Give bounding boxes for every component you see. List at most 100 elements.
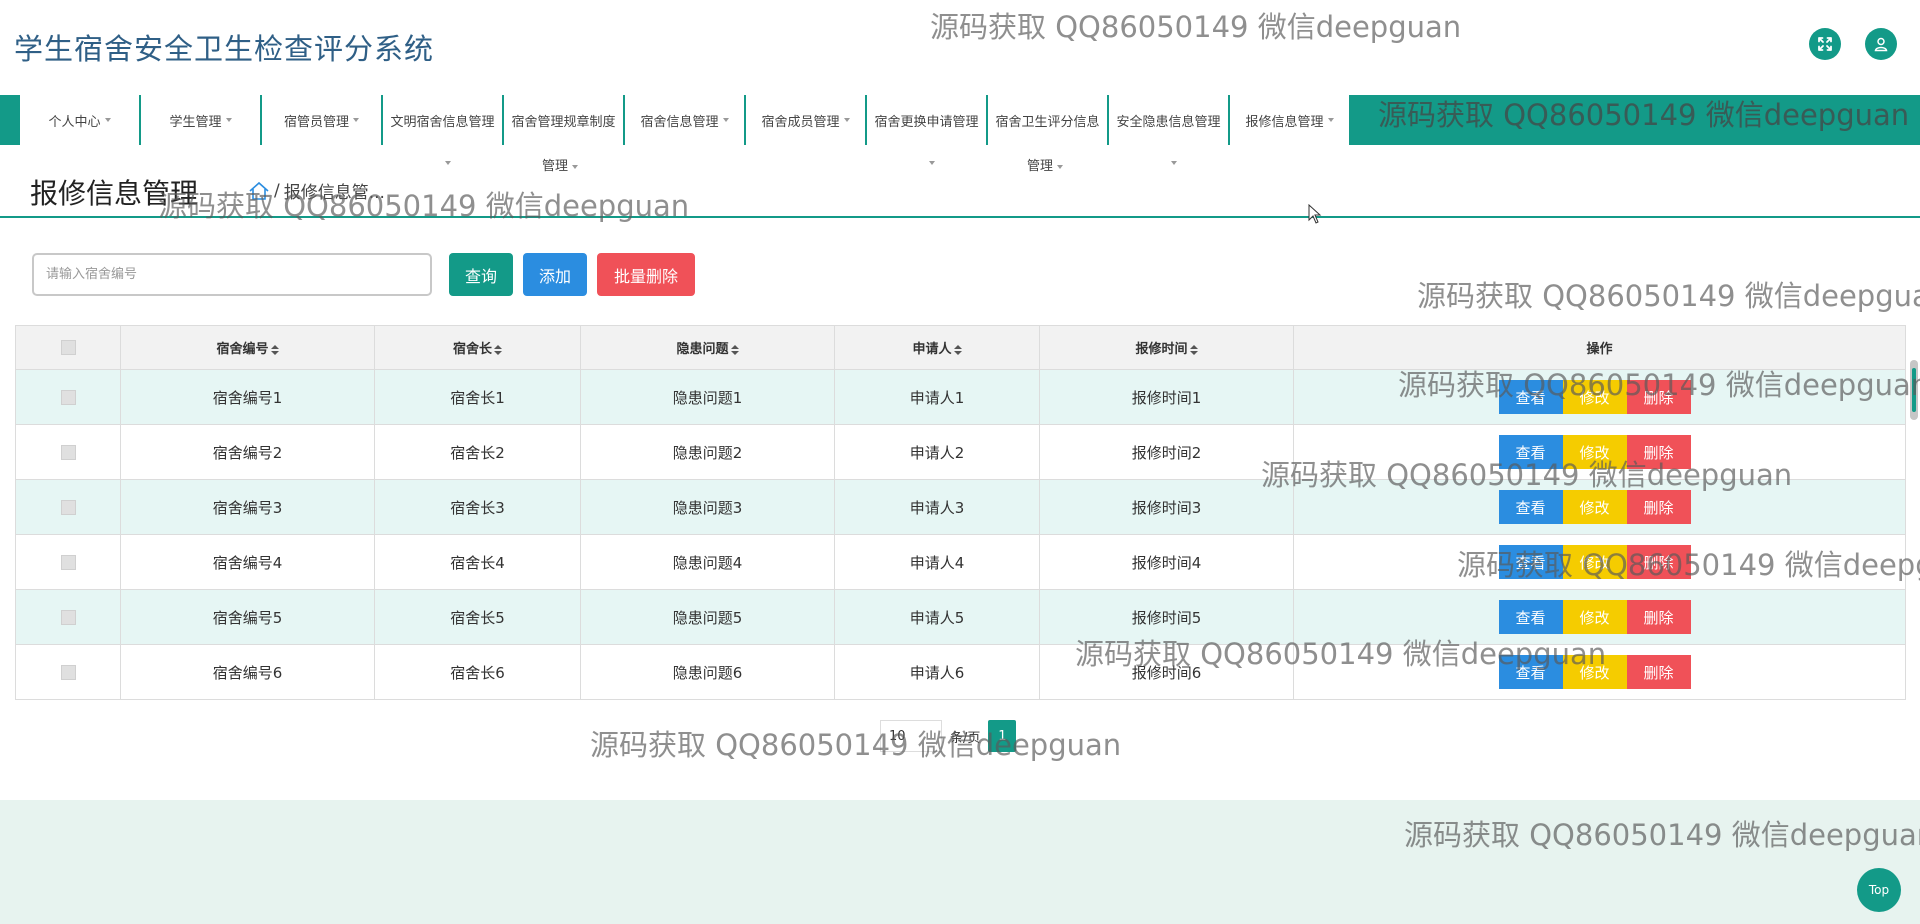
cell-hazard: 隐患问题6 [580, 644, 835, 700]
header-actions: 操作 [1293, 325, 1906, 370]
checkbox[interactable] [60, 340, 76, 355]
table-row: 宿舍编号5 宿舍长5 隐患问题5 申请人5 报修时间5 查看 修改 删除 [15, 589, 1906, 645]
header-dorm-no[interactable]: 宿舍编号 [120, 325, 375, 370]
top-nav: 个人中心 学生管理 宿管员管理 文明宿舍信息管理 宿舍管理规章制度 宿舍信息管理… [0, 95, 1920, 145]
cell-actions: 查看 修改 删除 [1293, 534, 1906, 590]
nav-item-dorm-manager[interactable]: 宿管员管理 [262, 95, 382, 145]
delete-button[interactable]: 删除 [1626, 435, 1691, 469]
cell-applicant: 申请人4 [834, 534, 1040, 590]
view-button[interactable]: 查看 [1498, 600, 1563, 634]
app-title: 学生宿舍安全卫生检查评分系统 [14, 32, 435, 66]
edit-button[interactable]: 修改 [1562, 435, 1627, 469]
edit-button[interactable]: 修改 [1562, 600, 1627, 634]
back-to-top-button[interactable]: Top [1857, 868, 1901, 912]
edit-button[interactable]: 修改 [1562, 655, 1627, 689]
batch-delete-button[interactable]: 批量删除 [597, 253, 695, 296]
row-select[interactable] [15, 589, 121, 645]
watermark: 源码获取 QQ86050149 微信deepguan [590, 728, 1122, 762]
delete-button[interactable]: 删除 [1626, 380, 1691, 414]
nav-item-student[interactable]: 学生管理 [141, 95, 261, 145]
sort-icon[interactable] [270, 344, 279, 355]
table-row: 宿舍编号2 宿舍长2 隐患问题2 申请人2 报修时间2 查看 修改 删除 [15, 424, 1906, 480]
nav-sub-hygiene-score[interactable]: 管理 [1027, 155, 1064, 174]
header-select-all[interactable] [15, 325, 121, 370]
delete-button[interactable]: 删除 [1626, 655, 1691, 689]
breadcrumb-current: 报修信息管... [283, 183, 385, 203]
row-select[interactable] [15, 644, 121, 700]
mouse-cursor-icon [1308, 204, 1322, 224]
nav-item-label: 学生管理 [169, 114, 222, 130]
data-table: 宿舍编号 宿舍长 隐患问题 申请人 报修时间 操作 宿舍编号1 宿舍长1 隐患问… [15, 325, 1906, 700]
sort-icon[interactable] [730, 344, 739, 355]
nav-item-label: 文明宿舍信息管理 [390, 114, 495, 130]
view-button[interactable]: 查看 [1498, 655, 1563, 689]
header-hazard[interactable]: 隐患问题 [580, 325, 835, 370]
table-row: 宿舍编号4 宿舍长4 隐患问题4 申请人4 报修时间4 查看 修改 删除 [15, 534, 1906, 590]
checkbox[interactable] [60, 555, 76, 570]
nav-item-label: 宿舍卫生评分信息 [995, 114, 1100, 130]
header-applicant[interactable]: 申请人 [834, 325, 1040, 370]
sort-icon[interactable] [494, 344, 502, 355]
query-button[interactable]: 查询 [449, 253, 513, 296]
checkbox[interactable] [60, 445, 76, 460]
home-icon[interactable] [248, 181, 270, 201]
row-select[interactable] [15, 369, 121, 425]
row-select[interactable] [15, 424, 121, 480]
cell-applicant: 申请人2 [834, 424, 1040, 480]
nav-item-dorm-rules[interactable]: 宿舍管理规章制度 [504, 95, 624, 145]
row-select[interactable] [15, 479, 121, 535]
nav-sub-caret-dorm-change[interactable] [925, 155, 935, 170]
nav-item-personal-center[interactable]: 个人中心 [20, 95, 140, 145]
delete-button[interactable]: 删除 [1626, 545, 1691, 579]
caret-down-icon [722, 118, 729, 122]
fullscreen-button[interactable] [1809, 28, 1841, 60]
checkbox[interactable] [60, 500, 76, 515]
edit-button[interactable]: 修改 [1562, 380, 1627, 414]
cell-applicant: 申请人5 [834, 589, 1040, 645]
nav-sub-dorm-rules[interactable]: 管理 [542, 155, 579, 174]
sort-icon[interactable] [1189, 344, 1198, 355]
edit-button[interactable]: 修改 [1562, 545, 1627, 579]
header-repair-time[interactable]: 报修时间 [1039, 325, 1294, 370]
page-number-current[interactable]: 1 [988, 720, 1017, 752]
user-button[interactable] [1865, 28, 1897, 60]
user-icon [1874, 37, 1888, 52]
nav-item-label: 报修信息管理 [1245, 114, 1324, 130]
nav-item-civilized-dorm[interactable]: 文明宿舍信息管理 [383, 95, 503, 145]
page-size-select[interactable]: 10 [880, 720, 942, 752]
checkbox[interactable] [60, 390, 76, 405]
nav-sub-caret-civilized[interactable] [441, 155, 451, 170]
caret-down-icon [1327, 118, 1334, 122]
view-button[interactable]: 查看 [1498, 380, 1563, 414]
cell-dorm-head: 宿舍长1 [374, 369, 581, 425]
caret-down-icon [353, 118, 359, 122]
view-button[interactable]: 查看 [1498, 435, 1563, 469]
edit-button[interactable]: 修改 [1562, 490, 1627, 524]
delete-button[interactable]: 删除 [1626, 600, 1691, 634]
nav-sub-caret-safety[interactable] [1167, 155, 1177, 170]
row-select[interactable] [15, 534, 121, 590]
caret-down-icon [843, 118, 850, 122]
view-button[interactable]: 查看 [1498, 545, 1563, 579]
sort-icon[interactable] [953, 344, 962, 355]
watermark: 源码获取 QQ86050149 微信deepguan [158, 189, 690, 223]
nav-item-label: 安全隐患信息管理 [1116, 114, 1221, 130]
delete-button[interactable]: 删除 [1626, 490, 1691, 524]
cell-dorm-no: 宿舍编号1 [120, 369, 375, 425]
view-button[interactable]: 查看 [1498, 490, 1563, 524]
table-row: 宿舍编号1 宿舍长1 隐患问题1 申请人1 报修时间1 查看 修改 删除 [15, 369, 1906, 425]
caret-down-icon [445, 160, 451, 165]
search-input[interactable] [32, 253, 432, 296]
page-title: 报修信息管理 [30, 177, 199, 210]
nav-item-dorm-change[interactable]: 宿舍更换申请管理 [867, 95, 987, 145]
cell-hazard: 隐患问题2 [580, 424, 835, 480]
nav-item-dorm-members[interactable]: 宿舍成员管理 [746, 95, 866, 145]
nav-item-safety-hazard[interactable]: 安全隐患信息管理 [1109, 95, 1229, 145]
nav-item-hygiene-score[interactable]: 宿舍卫生评分信息 [988, 95, 1108, 145]
add-button[interactable]: 添加 [523, 253, 587, 296]
nav-item-repair[interactable]: 报修信息管理 [1230, 95, 1350, 145]
checkbox[interactable] [60, 665, 76, 680]
header-dorm-head[interactable]: 宿舍长 [374, 325, 581, 370]
nav-item-dorm-info[interactable]: 宿舍信息管理 [625, 95, 745, 145]
checkbox[interactable] [60, 610, 76, 625]
